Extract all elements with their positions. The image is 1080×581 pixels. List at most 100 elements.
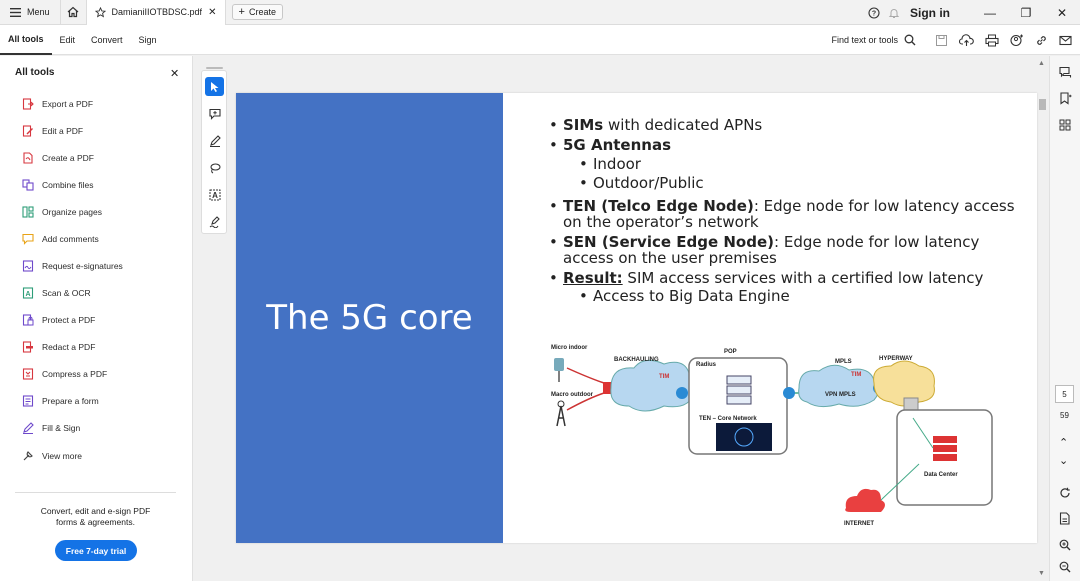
find-text-or-tools[interactable]: Find text or tools [831, 34, 916, 46]
tool-label: Compress a PDF [42, 369, 108, 379]
sign-in-button[interactable]: Sign in [910, 6, 950, 20]
label-tim-1: TIM [659, 374, 669, 380]
export-pdf-icon [22, 98, 34, 110]
tool-create-pdf[interactable]: Create a PDF [22, 151, 94, 165]
cursor-icon [209, 81, 220, 93]
tool-edit-pdf[interactable]: Edit a PDF [22, 124, 83, 138]
tool-view-more[interactable]: View more [22, 449, 82, 463]
svg-text:A: A [212, 191, 218, 200]
add-comment-tool[interactable] [205, 104, 224, 123]
tool-label: Organize pages [42, 207, 103, 217]
sign-tool[interactable] [205, 212, 224, 231]
help-icon[interactable]: ? [868, 6, 880, 19]
tool-fill-sign[interactable]: Fill & Sign [22, 421, 80, 435]
close-panel-icon[interactable]: ✕ [170, 67, 179, 80]
bullet-result: Result: SIM access services with a certi… [549, 270, 1019, 286]
slide-title-panel: The 5G core [236, 93, 503, 543]
document-tab[interactable]: DamianiIIOTBDSC.pdf ✕ [85, 0, 226, 25]
scroll-up-arrow[interactable]: ▲ [1038, 60, 1045, 67]
maximize-button[interactable]: ❐ [1008, 6, 1044, 20]
link-icon[interactable] [1035, 34, 1048, 47]
tool-combine-files[interactable]: Combine files [22, 178, 94, 192]
quick-tools-bar: A [201, 67, 227, 234]
search-icon [904, 34, 916, 46]
tool-label: Fill & Sign [42, 423, 81, 433]
tool-export-pdf[interactable]: Export a PDF [22, 97, 93, 111]
current-page-input[interactable]: 5 [1055, 385, 1074, 403]
total-pages: 59 [1060, 411, 1069, 420]
tool-label: Prepare a form [42, 396, 99, 406]
menu-button[interactable]: Menu [0, 0, 60, 25]
text-recognition-tool[interactable]: A [205, 185, 224, 204]
signature-pen-icon [209, 215, 221, 228]
redact-pdf-icon [22, 341, 34, 353]
label-macro: Macro outdoor [551, 392, 594, 398]
rotate-icon[interactable] [1059, 486, 1071, 504]
comment-plus-icon [208, 108, 221, 120]
thumbnails-grid-icon[interactable] [1059, 118, 1071, 136]
backhauling-cloud-icon [610, 359, 699, 412]
tool-label: Edit a PDF [42, 126, 84, 136]
main-toolbar: All tools Edit Convert Sign Find text or… [0, 25, 1080, 55]
tool-compress-pdf[interactable]: Compress a PDF [22, 367, 107, 381]
print-icon[interactable] [985, 34, 999, 47]
page-properties-icon[interactable] [1059, 512, 1071, 530]
tool-organize-pages[interactable]: Organize pages [22, 205, 102, 219]
tab-all-tools[interactable]: All tools [0, 25, 52, 55]
protect-pdf-icon [22, 314, 34, 326]
create-button[interactable]: + Create [231, 4, 283, 20]
panel-title: All tools [15, 67, 55, 78]
label-tim-2: TIM [851, 372, 861, 378]
scroll-down-arrow[interactable]: ▼ [1038, 570, 1045, 577]
create-label: Create [248, 7, 276, 17]
tool-redact-pdf[interactable]: Redact a PDF [22, 340, 95, 354]
edge-router-icon [676, 387, 688, 399]
minimize-button[interactable]: — [972, 6, 1008, 20]
tab-convert[interactable]: Convert [83, 25, 131, 55]
promo-line: forms & agreements. [56, 517, 135, 527]
tool-prepare-form[interactable]: Prepare a form [22, 394, 99, 408]
tool-protect-pdf[interactable]: Protect a PDF [22, 313, 95, 327]
share-user-icon[interactable] [1010, 34, 1024, 47]
free-trial-button[interactable]: Free 7-day trial [55, 540, 137, 561]
save-icon[interactable] [935, 34, 948, 47]
lasso-icon [209, 162, 221, 174]
highlight-tool[interactable] [205, 131, 224, 150]
drag-handle[interactable] [206, 67, 223, 69]
email-icon[interactable] [1059, 35, 1072, 46]
close-window-button[interactable]: ✕ [1044, 6, 1080, 20]
draw-tool[interactable] [205, 158, 224, 177]
tab-edit[interactable]: Edit [52, 25, 84, 55]
bookmarks-icon[interactable] [1059, 92, 1072, 110]
add-comments-icon [22, 233, 34, 245]
close-tab-icon[interactable]: ✕ [208, 7, 216, 18]
label-vpn: VPN MPLS [825, 392, 856, 398]
zoom-out-icon[interactable] [1059, 560, 1071, 578]
tool-label: Request e-signatures [42, 261, 123, 271]
notifications-bell-icon[interactable] [888, 7, 900, 19]
subbullet-outdoor: Outdoor/Public [549, 174, 1019, 193]
tool-request-esignatures[interactable]: Request e-signatures [22, 259, 123, 273]
vertical-scrollbar-thumb[interactable] [1039, 99, 1046, 110]
tool-label: Protect a PDF [42, 315, 96, 325]
slide-bullets: SIMs with dedicated APNs 5G Antennas Ind… [549, 117, 1019, 306]
network-diagram: Micro indoor Macro outdoor BACKHAULING T… [551, 345, 993, 527]
pen-icon [209, 134, 221, 147]
tool-add-comments[interactable]: Add comments [22, 232, 99, 246]
page-down-icon[interactable]: ⌄ [1059, 454, 1068, 467]
tool-scan-ocr[interactable]: A Scan & OCR [22, 286, 91, 300]
comments-panel-icon[interactable] [1059, 66, 1072, 84]
upload-cloud-icon[interactable] [959, 33, 974, 47]
tool-label: Combine files [42, 180, 94, 190]
label-backhauling: BACKHAULING [614, 357, 659, 363]
zoom-in-icon[interactable] [1059, 538, 1071, 556]
tab-sign[interactable]: Sign [131, 25, 165, 55]
home-button[interactable] [59, 0, 86, 25]
star-icon[interactable] [94, 6, 106, 18]
select-tool[interactable] [205, 77, 224, 96]
label-ten-core: TEN – Core Network [699, 416, 757, 422]
view-more-icon [22, 450, 34, 462]
bullet-antennas: 5G Antennas [549, 137, 1019, 153]
bullet-bold: 5G Antennas [563, 136, 672, 154]
page-up-icon[interactable]: ⌃ [1059, 436, 1068, 449]
